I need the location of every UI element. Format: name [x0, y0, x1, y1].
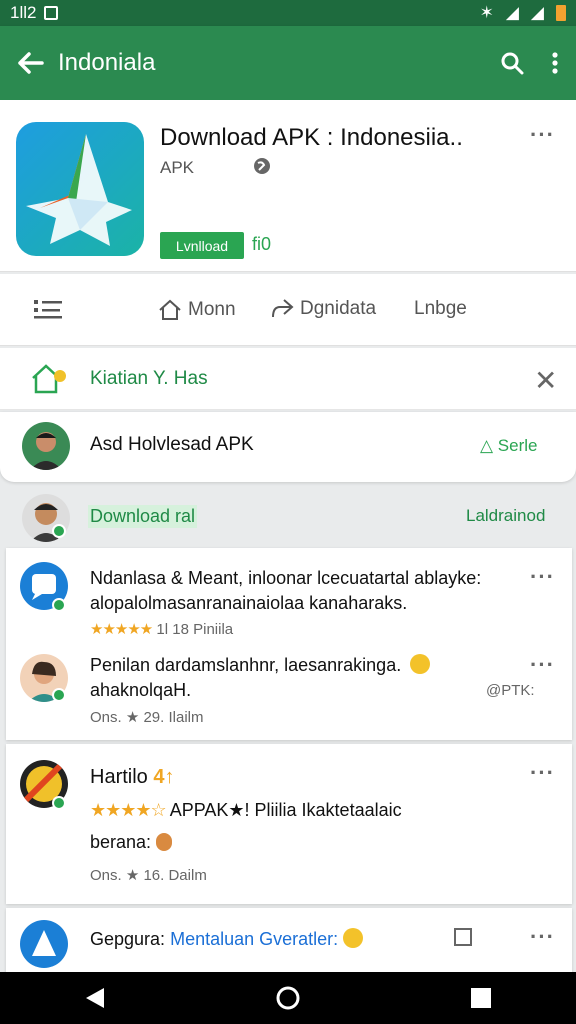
app-header-card: Download APK : Indonesiia.. ··· APK Lvnl…	[0, 100, 576, 272]
tab-home-label: Monn	[188, 299, 236, 320]
review-text: berana:	[90, 832, 152, 852]
photo-icon	[44, 6, 59, 20]
review-card: Hartilo 4↑ ··· ★★★★☆ APPAK★! Pliilia Ika…	[6, 744, 572, 904]
review-more-icon[interactable]: ···	[530, 924, 555, 950]
cell-icon: ◢	[530, 3, 544, 22]
verified-badge	[52, 598, 66, 612]
home-icon	[159, 299, 181, 320]
review-line: alopalolmasanranainaiolaa kanaharaks.	[90, 593, 408, 613]
globe-icon	[254, 158, 270, 174]
list-icon[interactable]	[34, 298, 62, 322]
download-row: Download ral Laldrainod	[0, 490, 576, 544]
promo-link[interactable]: △ Serle	[480, 436, 537, 456]
page-title: Indoniala	[58, 49, 156, 76]
wifi-icon: ◢	[505, 3, 519, 22]
notice-text: Kiatian Y. Has	[90, 368, 208, 389]
verified-badge	[52, 796, 66, 810]
review-more-icon[interactable]: ···	[530, 564, 555, 590]
emoji-icon	[156, 833, 173, 851]
nav-recents-icon[interactable]	[470, 987, 492, 1009]
review-line: ahaknolqaH.	[90, 680, 192, 700]
smiley-icon	[343, 928, 364, 948]
system-nav-bar	[0, 972, 576, 1024]
verified-badge	[52, 688, 66, 702]
smiley-icon	[410, 654, 431, 674]
review-handle[interactable]: @PTK:	[486, 682, 535, 699]
review-more-icon[interactable]: ···	[530, 760, 555, 786]
nav-home-icon[interactable]	[275, 985, 301, 1011]
tab-share-label: Dgnidata	[300, 298, 377, 319]
download-link[interactable]: Laldrainod	[466, 506, 545, 526]
star-logo-icon	[26, 134, 132, 246]
home-badge-icon	[32, 364, 66, 394]
nav-back-icon[interactable]	[84, 986, 106, 1010]
fire-icon: 4↑	[153, 766, 175, 788]
app-bar: Indoniala	[0, 26, 576, 100]
review-text: Mentaluan Gveratler:	[170, 929, 339, 949]
review-title: Hartilo 4↑	[90, 766, 174, 789]
tab-share[interactable]: Dgnidata	[270, 298, 376, 320]
review-line: Gepgura: Mentaluan Gveratler:	[90, 928, 364, 950]
image-icon	[454, 928, 472, 946]
back-arrow-icon[interactable]	[18, 52, 44, 74]
review-line: berana:	[90, 832, 173, 853]
tab-bar: Monn Dgnidata Lnbge	[0, 274, 576, 346]
app-more-icon[interactable]: ···	[530, 122, 555, 148]
notice-banner: Kiatian Y. Has ✕	[0, 348, 576, 410]
review-text: APPAK★! Pliilia Ikaktetaalaic	[169, 800, 402, 820]
signal-icon: ✶	[479, 3, 494, 22]
app-size: fi0	[252, 234, 272, 254]
review-meta: ★★★★★ 1l 18 Piniila	[90, 620, 233, 638]
search-icon[interactable]	[500, 51, 524, 75]
share-icon	[272, 299, 294, 318]
review-title-text: Hartilo	[90, 766, 148, 788]
close-icon[interactable]: ✕	[534, 364, 557, 397]
review-meta: Ons. ★ 29. Ilailm	[90, 709, 204, 726]
promo-text: Asd Holvlesad APK	[90, 434, 254, 455]
rating-stars: ★★★★★	[90, 621, 153, 638]
review-line: ★★★★☆ APPAK★! Pliilia Ikaktetaalaic	[90, 800, 402, 821]
app-icon[interactable]	[16, 122, 144, 256]
review-text: Penilan dardamslanhnr, laesanrakinga.	[90, 655, 402, 675]
overflow-menu-icon[interactable]	[552, 51, 558, 75]
app-title: Download APK : Indonesiia..	[160, 124, 463, 151]
verified-badge	[52, 524, 66, 538]
review-meta-text: 1l 18 Piniila	[156, 621, 234, 638]
promo-card[interactable]: Asd Holvlesad APK △ Serle	[0, 412, 576, 482]
status-time: 1ll2	[10, 3, 37, 22]
rating-stars: ★★★★☆	[90, 800, 167, 820]
review-line: Ndanlasa & Meant, inloonar lcecuatartal …	[90, 568, 482, 588]
battery-icon	[556, 5, 566, 21]
download-chip[interactable]: Download ral	[88, 505, 198, 528]
tab-language-label: Lnbge	[414, 298, 467, 319]
tab-home[interactable]: Monn	[158, 298, 236, 322]
install-button[interactable]: Lvnlload	[160, 232, 244, 259]
avatar	[22, 422, 70, 470]
review-line: Penilan dardamslanhnr, laesanrakinga.	[90, 654, 431, 676]
reviews-card: Ndanlasa & Meant, inloonar lcecuatartal …	[6, 548, 572, 740]
tab-language[interactable]: Lnbge	[414, 298, 467, 320]
app-subtitle: APK	[160, 158, 195, 177]
status-bar: 1ll2 ✶ ◢ ◢	[0, 0, 576, 26]
review-title-text: Gepgura:	[90, 929, 166, 949]
avatar	[20, 920, 68, 968]
review-meta: Ons. ★ 16. Dailm	[90, 867, 207, 884]
review-more-icon[interactable]: ···	[530, 652, 555, 678]
